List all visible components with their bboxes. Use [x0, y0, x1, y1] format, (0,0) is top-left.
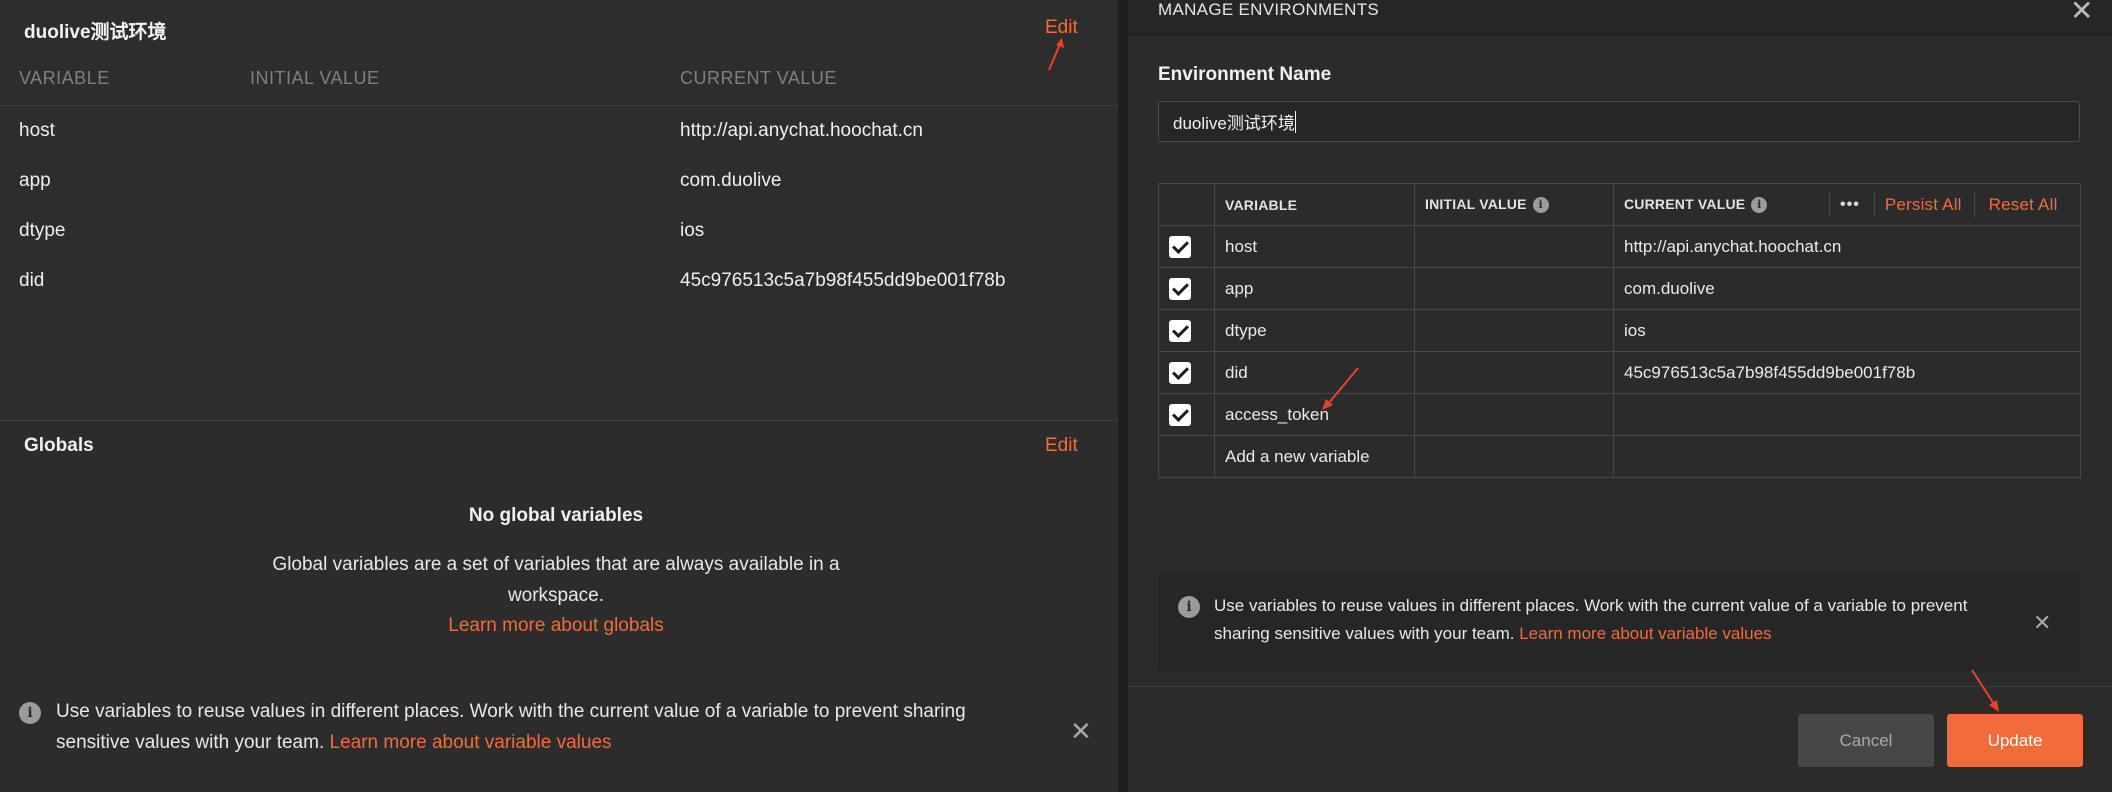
banner-content: Use variables to reuse values in differe… — [1214, 592, 2014, 648]
variable-cell[interactable]: dtype — [1214, 309, 1415, 352]
environment-name-input[interactable] — [1158, 101, 2080, 142]
update-button[interactable]: Update — [1947, 714, 2083, 767]
text-caret — [1295, 111, 1296, 133]
checkbox-checked-icon[interactable] — [1169, 319, 1191, 342]
column-header-variable: VARIABLE — [1214, 183, 1415, 226]
table-row: host http://api.anychat.hoochat.cn — [1158, 225, 2081, 268]
reset-all-button[interactable]: Reset All — [1989, 195, 2058, 215]
column-header-initial-value: INITIAL VALUE i — [1414, 183, 1614, 226]
row-checkbox-cell — [1158, 351, 1215, 394]
annotation-arrow — [1048, 38, 1064, 71]
env-row-variable: dtype — [19, 220, 66, 241]
env-row-current: com.duolive — [680, 170, 782, 191]
row-checkbox-cell — [1158, 267, 1215, 310]
pane-divider — [1118, 0, 1128, 792]
env-row-current: ios — [680, 220, 705, 241]
globals-title: Globals — [24, 435, 94, 456]
row-checkbox-cell — [1158, 393, 1215, 436]
learn-more-variable-values-link[interactable]: Learn more about variable values — [330, 732, 612, 753]
current-value-header-label: CURRENT VALUE — [1624, 195, 1746, 212]
initial-value-cell[interactable] — [1414, 351, 1614, 394]
globals-section: Globals Edit No global variables Global … — [0, 420, 1118, 792]
more-icon[interactable]: ••• — [1840, 196, 1860, 214]
new-variable-input[interactable]: Add a new variable — [1214, 435, 1415, 478]
modal-title: MANAGE ENVIRONMENTS — [1158, 0, 1380, 19]
info-icon: i — [1178, 596, 1200, 618]
new-variable-row: Add a new variable — [1158, 435, 2081, 478]
current-value-cell[interactable]: 45c976513c5a7b98f455dd9be001f78b — [1613, 351, 2081, 394]
initial-value-cell[interactable] — [1414, 393, 1614, 436]
environment-name-label: Environment Name — [1158, 64, 1332, 85]
info-icon: i — [19, 702, 41, 724]
initial-value-header-label: INITIAL VALUE — [1425, 195, 1527, 212]
cancel-button[interactable]: Cancel — [1798, 714, 1934, 767]
env-row-current: 45c976513c5a7b98f455dd9be001f78b — [680, 270, 1006, 291]
row-checkbox-cell — [1158, 309, 1215, 352]
modal-header: MANAGE ENVIRONMENTS ✕ — [1128, 0, 2112, 36]
column-header-initial-value: INITIAL VALUE — [250, 68, 380, 88]
checkbox-checked-icon[interactable] — [1169, 361, 1191, 384]
environment-title: duolive测试环境 — [24, 22, 167, 43]
env-row-variable: did — [19, 270, 45, 291]
initial-value-cell[interactable] — [1414, 267, 1614, 310]
env-row: did 45c976513c5a7b98f455dd9be001f78b — [0, 256, 1118, 306]
info-icon[interactable]: i — [1751, 197, 1768, 214]
column-header-variable: VARIABLE — [19, 68, 110, 88]
env-row-variable: app — [19, 170, 51, 191]
current-value-cell[interactable] — [1613, 393, 2081, 436]
annotation-arrow — [1971, 669, 1999, 712]
edit-globals-link[interactable]: Edit — [1045, 435, 1078, 457]
variables-table: VARIABLE INITIAL VALUE i CURRENT VALUE i •… — [1158, 183, 2081, 478]
annotation-arrow — [1322, 367, 1359, 410]
variables-info-banner: Use variables to reuse values in differe… — [56, 696, 1016, 758]
close-icon[interactable]: ✕ — [2070, 0, 2093, 27]
persist-all-button[interactable]: Persist All — [1885, 195, 1962, 215]
column-actions: ••• Persist All Reset All — [1829, 185, 2058, 225]
current-value-cell[interactable]: com.duolive — [1613, 267, 2081, 310]
env-row: dtype ios — [0, 206, 1118, 256]
env-row-current: http://api.anychat.hoochat.cn — [680, 120, 923, 141]
footer-divider — [1128, 686, 2112, 687]
variable-cell[interactable]: access_token — [1214, 393, 1415, 436]
variables-info-banner: i Use variables to reuse values in diffe… — [1158, 574, 2080, 672]
env-row: host http://api.anychat.hoochat.cn — [0, 106, 1118, 156]
initial-value-cell[interactable] — [1414, 225, 1614, 268]
checkbox-checked-icon[interactable] — [1169, 403, 1191, 426]
initial-value-cell[interactable] — [1414, 309, 1614, 352]
row-checkbox-cell — [1158, 225, 1215, 268]
learn-more-globals-link[interactable]: Learn more about globals — [0, 615, 1112, 637]
current-value-cell[interactable]: http://api.anychat.hoochat.cn — [1613, 225, 2081, 268]
table-row: app com.duolive — [1158, 267, 2081, 310]
new-initial-value-cell[interactable] — [1414, 435, 1614, 478]
table-header-row: VARIABLE INITIAL VALUE i CURRENT VALUE i •… — [1158, 183, 2081, 226]
learn-more-variable-values-link[interactable]: Learn more about variable values — [1519, 624, 1771, 643]
variable-cell[interactable]: app — [1214, 267, 1415, 310]
header-checkbox-cell — [1158, 183, 1215, 226]
variable-cell[interactable]: did — [1214, 351, 1415, 394]
variable-cell[interactable]: host — [1214, 225, 1415, 268]
env-row: app com.duolive — [0, 156, 1118, 206]
env-row-variable: host — [19, 120, 55, 141]
table-row: dtype ios — [1158, 309, 2081, 352]
divider — [1873, 192, 1875, 218]
table-row: did 45c976513c5a7b98f455dd9be001f78b — [1158, 351, 2081, 394]
column-header-current-value: CURRENT VALUE i ••• Persist All Reset All — [1613, 183, 2081, 226]
divider — [1973, 192, 1975, 218]
environment-quick-look: duolive测试环境 Edit VARIABLE INITIAL VALUE … — [0, 0, 1118, 792]
no-globals-title: No global variables — [468, 505, 644, 526]
divider — [1829, 192, 1830, 218]
no-globals-description: Global variables are a set of variables … — [272, 554, 840, 606]
close-icon[interactable]: ✕ — [1070, 718, 1092, 744]
table-row: access_token — [1158, 393, 2081, 436]
checkbox-checked-icon[interactable] — [1169, 277, 1191, 300]
info-icon[interactable]: i — [1532, 197, 1549, 214]
current-value-cell[interactable]: ios — [1613, 309, 2081, 352]
new-current-value-cell[interactable] — [1613, 435, 2081, 478]
close-icon[interactable]: ✕ — [2033, 610, 2051, 636]
empty-checkbox-cell — [1158, 435, 1215, 478]
manage-environments-modal: MANAGE ENVIRONMENTS ✕ Environment Name V… — [1128, 0, 2112, 792]
column-header-current-value: CURRENT VALUE — [680, 68, 837, 88]
checkbox-checked-icon[interactable] — [1169, 235, 1191, 258]
